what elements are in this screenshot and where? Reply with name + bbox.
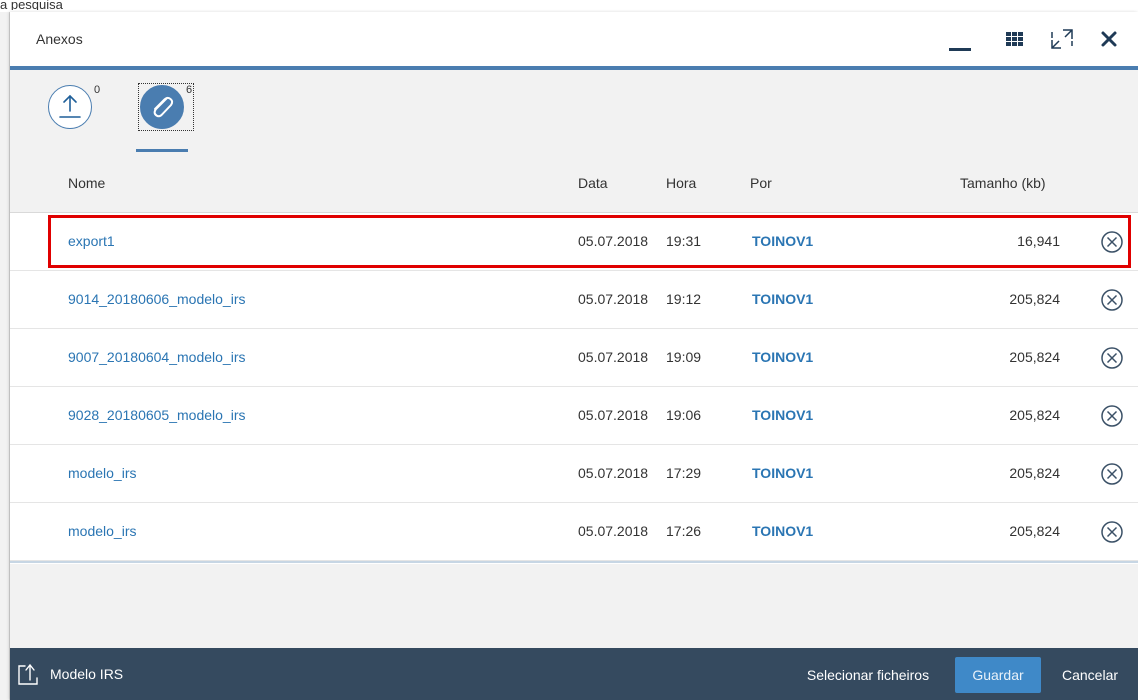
modelo-irs-link[interactable]: Modelo IRS bbox=[16, 662, 123, 686]
table-row[interactable]: 9028_20180605_modelo_irs 05.07.2018 19:0… bbox=[10, 387, 1138, 445]
delete-circle-icon bbox=[1101, 463, 1123, 485]
attachments-table: Nome Data Hora Por Tamanho (kb) export1 … bbox=[10, 154, 1138, 563]
tab-attachments[interactable]: 6 bbox=[134, 80, 194, 154]
file-size: 205,824 bbox=[1009, 349, 1060, 365]
upload-count: 0 bbox=[94, 84, 101, 96]
upload-tab-circle bbox=[48, 85, 92, 129]
column-header-date[interactable]: Data bbox=[578, 175, 608, 191]
dialog-title: Anexos bbox=[36, 31, 83, 47]
grid-icon bbox=[1006, 32, 1023, 46]
file-date: 05.07.2018 bbox=[578, 233, 649, 249]
uploaded-by-link[interactable]: TOINOV1 bbox=[752, 407, 813, 423]
select-files-button[interactable]: Selecionar ficheiros bbox=[800, 657, 936, 693]
uploaded-by-link[interactable]: TOINOV1 bbox=[752, 233, 813, 249]
file-size: 205,824 bbox=[1009, 291, 1060, 307]
delete-button[interactable] bbox=[1100, 462, 1124, 486]
table-row[interactable]: 9014_20180606_modelo_irs 05.07.2018 19:1… bbox=[10, 271, 1138, 329]
footer-left-label: Modelo IRS bbox=[50, 666, 124, 682]
file-name-link[interactable]: modelo_irs bbox=[68, 523, 136, 539]
selected-tab-indicator bbox=[136, 149, 188, 152]
table-row[interactable]: export1 05.07.2018 19:31 TOINOV1 16,941 bbox=[10, 213, 1138, 271]
delete-button[interactable] bbox=[1100, 288, 1124, 312]
delete-circle-icon bbox=[1101, 347, 1123, 369]
delete-button[interactable] bbox=[1100, 346, 1124, 370]
file-size: 205,824 bbox=[1009, 407, 1060, 423]
file-name-link[interactable]: 9028_20180605_modelo_irs bbox=[68, 407, 245, 423]
file-date: 05.07.2018 bbox=[578, 523, 649, 539]
dialog-empty-area bbox=[10, 564, 1138, 648]
minimize-button[interactable] bbox=[946, 24, 976, 54]
file-name-link[interactable]: 9014_20180606_modelo_irs bbox=[68, 291, 245, 307]
attachments-dialog: Anexos 0 6 Nome Data Hora Por Tamanho (k… bbox=[10, 12, 1138, 700]
file-time: 17:26 bbox=[666, 523, 702, 539]
file-name-link[interactable]: modelo_irs bbox=[68, 465, 136, 481]
icon-tab-bar: 0 6 bbox=[10, 70, 1138, 156]
file-time: 19:12 bbox=[666, 291, 702, 307]
table-bottom-border bbox=[10, 561, 1138, 563]
file-time: 19:06 bbox=[666, 407, 702, 423]
attachments-count: 6 bbox=[186, 84, 193, 96]
file-time: 17:29 bbox=[666, 465, 702, 481]
column-header-size[interactable]: Tamanho (kb) bbox=[960, 175, 1046, 191]
delete-circle-icon bbox=[1101, 289, 1123, 311]
file-size: 205,824 bbox=[1009, 523, 1060, 539]
file-size: 16,941 bbox=[1017, 233, 1060, 249]
file-name-link[interactable]: export1 bbox=[68, 233, 115, 249]
file-date: 05.07.2018 bbox=[578, 407, 649, 423]
file-time: 19:09 bbox=[666, 349, 702, 365]
column-header-name[interactable]: Nome bbox=[68, 175, 105, 191]
delete-circle-icon bbox=[1101, 521, 1123, 543]
cancel-button[interactable]: Cancelar bbox=[1055, 657, 1125, 693]
delete-button[interactable] bbox=[1100, 520, 1124, 544]
fullscreen-button[interactable] bbox=[1048, 24, 1078, 54]
file-date: 05.07.2018 bbox=[578, 465, 649, 481]
paperclip-icon bbox=[153, 96, 174, 118]
close-button[interactable] bbox=[1094, 24, 1124, 54]
uploaded-by-link[interactable]: TOINOV1 bbox=[752, 349, 813, 365]
dialog-header: Anexos bbox=[10, 12, 1138, 70]
file-name-link[interactable]: 9007_20180604_modelo_irs bbox=[68, 349, 245, 365]
delete-circle-icon bbox=[1101, 405, 1123, 427]
uploaded-by-link[interactable]: TOINOV1 bbox=[752, 291, 813, 307]
table-row[interactable]: modelo_irs 05.07.2018 17:29 TOINOV1 205,… bbox=[10, 445, 1138, 503]
file-date: 05.07.2018 bbox=[578, 291, 649, 307]
delete-circle-icon bbox=[1101, 231, 1123, 253]
grid-button[interactable] bbox=[1002, 24, 1032, 54]
file-size: 205,824 bbox=[1009, 465, 1060, 481]
attachments-tab-circle bbox=[140, 85, 184, 129]
tab-upload[interactable]: 0 bbox=[42, 80, 102, 154]
column-header-by[interactable]: Por bbox=[750, 175, 772, 191]
table-header: Nome Data Hora Por Tamanho (kb) bbox=[10, 154, 1138, 213]
file-date: 05.07.2018 bbox=[578, 349, 649, 365]
save-button[interactable]: Guardar bbox=[955, 657, 1041, 693]
file-time: 19:31 bbox=[666, 233, 702, 249]
minimize-icon bbox=[949, 48, 971, 51]
export-icon bbox=[18, 663, 38, 685]
page: a pesquisa Anexos 0 6 Nome Data Hora Por… bbox=[0, 0, 1138, 700]
table-body: export1 05.07.2018 19:31 TOINOV1 16,941 bbox=[10, 213, 1138, 561]
background-page-text: a pesquisa bbox=[0, 0, 63, 10]
uploaded-by-link[interactable]: TOINOV1 bbox=[752, 523, 813, 539]
table-row[interactable]: 9007_20180604_modelo_irs 05.07.2018 19:0… bbox=[10, 329, 1138, 387]
delete-button[interactable] bbox=[1100, 404, 1124, 428]
close-icon bbox=[1101, 31, 1117, 47]
table-row[interactable]: modelo_irs 05.07.2018 17:26 TOINOV1 205,… bbox=[10, 503, 1138, 561]
background-page-edge bbox=[0, 12, 10, 700]
uploaded-by-link[interactable]: TOINOV1 bbox=[752, 465, 813, 481]
fullscreen-icon bbox=[1051, 29, 1073, 49]
upload-icon bbox=[59, 94, 81, 118]
dialog-footer: Modelo IRS Selecionar ficheiros Guardar … bbox=[10, 648, 1138, 700]
column-header-time[interactable]: Hora bbox=[666, 175, 696, 191]
delete-button[interactable] bbox=[1100, 230, 1124, 254]
